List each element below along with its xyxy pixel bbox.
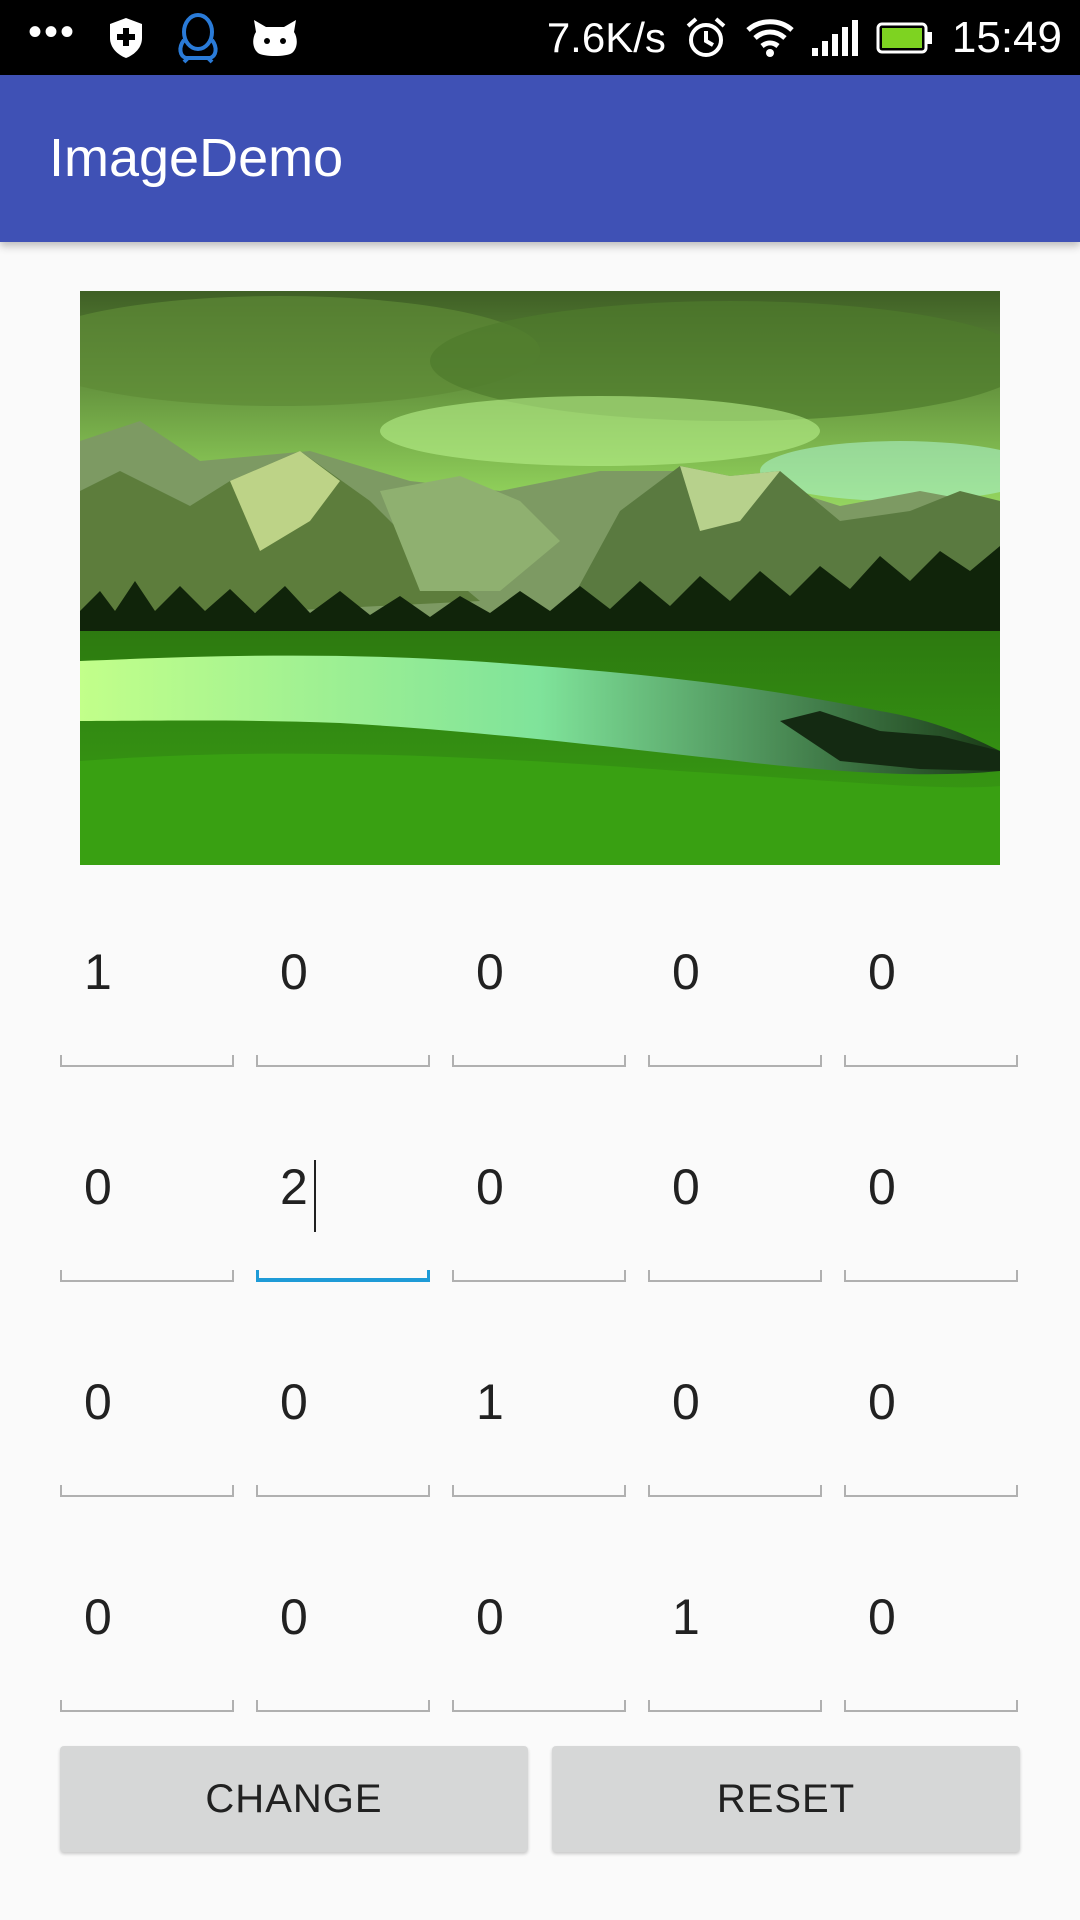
signal-icon — [811, 19, 858, 56]
input-underline — [256, 1055, 430, 1067]
alarm-icon — [684, 16, 728, 60]
matrix-cell-input[interactable]: 0 — [648, 1337, 822, 1497]
text-caret — [314, 1160, 316, 1232]
input-underline — [648, 1485, 822, 1497]
matrix-cell-input[interactable]: 0 — [844, 1337, 1018, 1497]
input-underline — [60, 1485, 234, 1497]
status-bar: ••• 7.6K/s 15:49 — [0, 0, 1080, 75]
change-button[interactable]: CHANGE — [60, 1746, 528, 1852]
landscape-image — [80, 291, 1000, 865]
input-underline — [452, 1270, 626, 1282]
input-underline — [844, 1055, 1018, 1067]
battery-icon — [876, 22, 934, 54]
input-underline — [60, 1270, 234, 1282]
reset-button[interactable]: RESET — [552, 1746, 1020, 1852]
input-underline — [256, 1485, 430, 1497]
input-underline — [648, 1700, 822, 1712]
input-underline — [452, 1485, 626, 1497]
matrix-cell-value: 0 — [672, 1374, 700, 1430]
input-underline — [844, 1485, 1018, 1497]
matrix-cell-input[interactable]: 0 — [648, 1122, 822, 1282]
input-underline — [844, 1270, 1018, 1282]
input-underline — [60, 1055, 234, 1067]
matrix-cell-input[interactable]: 0 — [648, 907, 822, 1067]
app-title: ImageDemo — [49, 128, 344, 188]
input-underline — [60, 1700, 234, 1712]
matrix-cell-value: 0 — [280, 1374, 308, 1430]
clock: 15:49 — [951, 12, 1062, 62]
input-underline — [844, 1700, 1018, 1712]
matrix-cell-input[interactable]: 0 — [256, 907, 430, 1067]
matrix-cell-value: 1 — [84, 944, 112, 1000]
matrix-cell-input[interactable]: 0 — [256, 1552, 430, 1712]
matrix-cell-input[interactable]: 2 — [256, 1122, 430, 1282]
matrix-cell-input[interactable]: 0 — [844, 907, 1018, 1067]
cat-icon — [250, 18, 300, 58]
matrix-cell-value: 1 — [672, 1589, 700, 1645]
status-bar-left: ••• — [28, 0, 300, 75]
matrix-cell-value: 0 — [476, 1589, 504, 1645]
input-underline — [452, 1055, 626, 1067]
input-underline — [648, 1055, 822, 1067]
input-underline — [452, 1700, 626, 1712]
matrix-cell-value: 0 — [476, 944, 504, 1000]
network-speed: 7.6K/s — [546, 13, 666, 61]
input-underline — [256, 1270, 430, 1282]
penguin-icon — [176, 12, 220, 64]
matrix-cell-value: 0 — [672, 1159, 700, 1215]
matrix-cell-input[interactable]: 0 — [60, 1122, 234, 1282]
input-underline — [256, 1700, 430, 1712]
matrix-cell-input[interactable]: 1 — [452, 1337, 626, 1497]
matrix-cell-input[interactable]: 1 — [60, 907, 234, 1067]
shield-plus-icon — [106, 16, 146, 60]
matrix-cell-value: 0 — [84, 1159, 112, 1215]
matrix-cell-value: 0 — [868, 1589, 896, 1645]
matrix-cell-value: 1 — [476, 1374, 504, 1430]
matrix-cell-value: 0 — [868, 944, 896, 1000]
matrix-cell-input[interactable]: 0 — [256, 1337, 430, 1497]
matrix-cell-input[interactable]: 0 — [452, 1552, 626, 1712]
matrix-cell-input[interactable]: 0 — [844, 1122, 1018, 1282]
matrix-cell-value: 0 — [868, 1159, 896, 1215]
app-bar: ImageDemo — [0, 75, 1080, 242]
matrix-cell-value: 0 — [672, 944, 700, 1000]
matrix-cell-value: 0 — [280, 944, 308, 1000]
matrix-cell-input[interactable]: 0 — [60, 1337, 234, 1497]
more-notifications-icon: ••• — [28, 9, 77, 54]
matrix-cell-value: 0 — [84, 1374, 112, 1430]
input-underline — [648, 1270, 822, 1282]
matrix-cell-value: 0 — [280, 1589, 308, 1645]
matrix-cell-input[interactable]: 0 — [60, 1552, 234, 1712]
matrix-cell-input[interactable]: 1 — [648, 1552, 822, 1712]
matrix-cell-input[interactable]: 0 — [844, 1552, 1018, 1712]
matrix-cell-input[interactable]: 0 — [452, 1122, 626, 1282]
matrix-cell-value: 0 — [476, 1159, 504, 1215]
matrix-cell-value: 0 — [868, 1374, 896, 1430]
matrix-cell-value: 2 — [280, 1159, 308, 1215]
matrix-cell-input[interactable]: 0 — [452, 907, 626, 1067]
matrix-cell-value: 0 — [84, 1589, 112, 1645]
status-bar-right: 7.6K/s 15:49 — [547, 0, 1062, 75]
wifi-icon — [746, 18, 794, 58]
